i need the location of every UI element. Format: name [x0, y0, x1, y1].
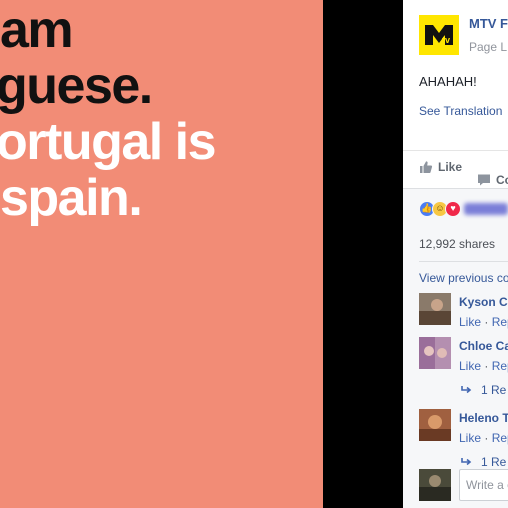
like-button-label: Like — [438, 160, 463, 174]
write-comment-box — [419, 469, 508, 501]
divider — [403, 150, 508, 151]
commenter-avatar[interactable] — [419, 293, 451, 325]
photo-text-line-3: ortugal is — [0, 113, 217, 171]
reply-arrow-icon — [461, 386, 472, 394]
like-button[interactable]: Like — [419, 160, 462, 174]
view-previous-comments-link[interactable]: View previous co — [419, 271, 508, 285]
comment-actions: Like · Rep — [459, 359, 508, 373]
mtv-logo-icon: tv — [425, 25, 453, 45]
replies-count: 1 Re — [481, 455, 507, 469]
photo-text-line-2: guese. — [0, 57, 153, 115]
comment-like-link[interactable]: Like — [459, 315, 481, 329]
replies-count: 1 Re — [481, 383, 507, 397]
comment-actions: Like · Rep — [459, 315, 508, 329]
comment-reply-link[interactable]: Rep — [492, 359, 508, 373]
comment-item: Heleno T Like · Rep — [419, 409, 508, 449]
redacted-reactor-names — [464, 203, 508, 215]
comment-like-link[interactable]: Like — [459, 359, 481, 373]
thumbs-up-icon — [420, 161, 433, 173]
feedback-section: 👍 ☺ ♥ 12,992 shares View previous co Kys… — [403, 188, 508, 508]
comment-actions: Like · Rep — [459, 431, 508, 445]
page-subtitle: Page L — [469, 40, 508, 54]
photo-text-line-4: spain. — [0, 169, 143, 227]
post-photo[interactable]: am guese. ortugal is spain. — [0, 0, 323, 508]
see-translation-link[interactable]: See Translation — [419, 104, 502, 118]
svg-text:tv: tv — [442, 35, 450, 45]
page-name-link[interactable]: MTV F — [469, 16, 508, 31]
shares-count-link[interactable]: 12,992 shares — [419, 237, 495, 251]
view-replies-link[interactable]: 1 Re — [461, 455, 506, 469]
photo-text-line-1: am — [0, 1, 74, 59]
viewer-background — [323, 0, 403, 508]
reactions-summary[interactable]: 👍 ☺ ♥ — [419, 201, 508, 217]
comment-input[interactable] — [459, 469, 508, 501]
commenter-avatar[interactable] — [419, 409, 451, 441]
comment-item: Chloe Ca Like · Rep — [419, 337, 508, 377]
love-reaction-icon: ♥ — [445, 201, 461, 217]
commenter-name[interactable]: Heleno T — [459, 411, 508, 425]
comment-button-label: Co — [496, 173, 508, 187]
comment-bubble-icon — [478, 174, 490, 186]
reply-arrow-icon — [461, 458, 472, 466]
commenter-name[interactable]: Kyson C — [459, 295, 508, 309]
commenter-avatar[interactable] — [419, 337, 451, 369]
divider — [419, 261, 508, 262]
commenter-name[interactable]: Chloe Ca — [459, 339, 508, 353]
comment-like-link[interactable]: Like — [459, 431, 481, 445]
page-avatar-mtv-logo[interactable]: tv — [419, 15, 459, 55]
comment-item: Kyson C Like · Rep — [419, 293, 508, 333]
comment-reply-link[interactable]: Rep — [492, 431, 508, 445]
post-side-panel: tv MTV F Page L AHAHAH! See Translation … — [403, 0, 508, 508]
post-text: AHAHAH! — [419, 74, 477, 89]
current-user-avatar — [419, 469, 451, 501]
comment-reply-link[interactable]: Rep — [492, 315, 508, 329]
view-replies-link[interactable]: 1 Re — [461, 383, 506, 397]
